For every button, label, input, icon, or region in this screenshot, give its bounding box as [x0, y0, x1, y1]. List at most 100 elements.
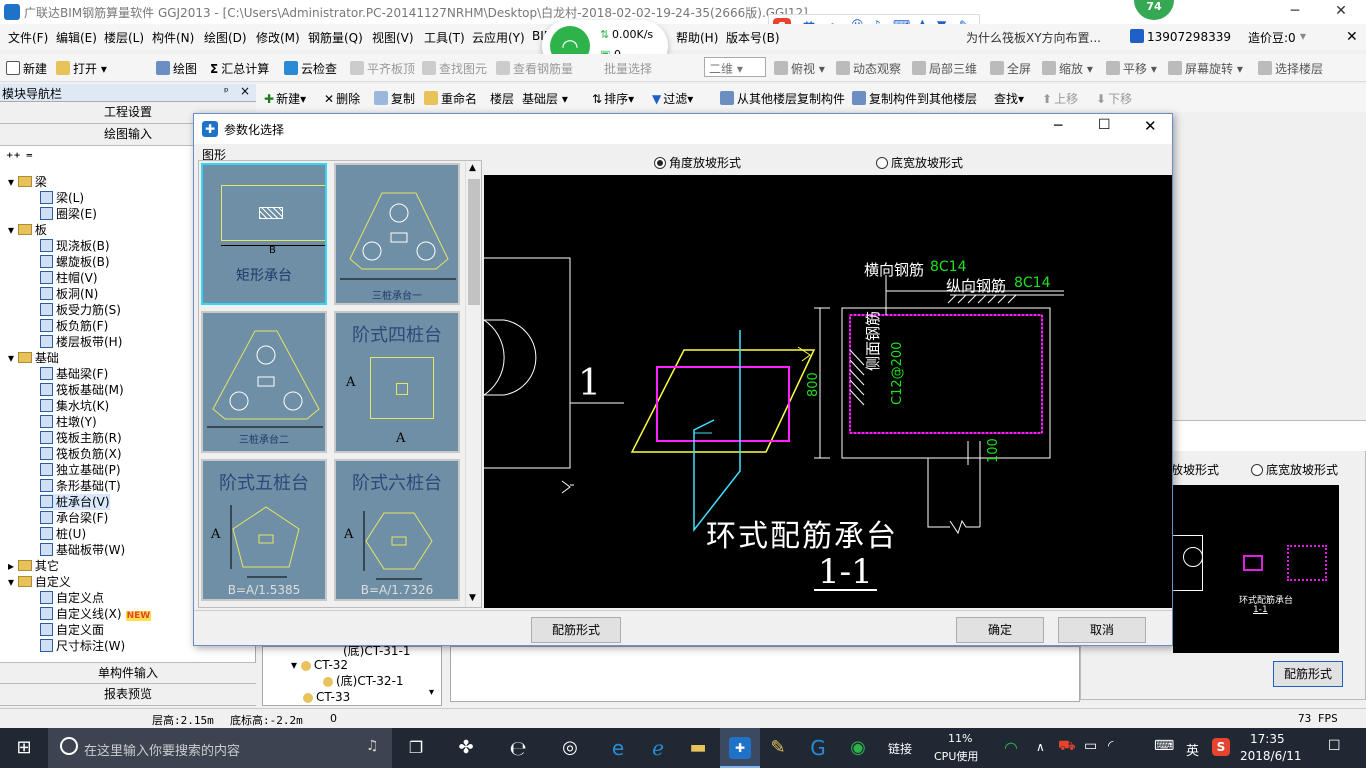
view-rebar-button[interactable]: 查看钢筋量	[496, 60, 573, 77]
tree-folder[interactable]: ▸ 其它	[8, 558, 59, 574]
scroll-down-icon[interactable]: ▾	[429, 687, 434, 698]
tree-item[interactable]: 现浇板(B)	[40, 238, 110, 254]
zoom-button[interactable]: 缩放 ▾	[1042, 60, 1093, 77]
scroll-down-icon[interactable]: ▼	[469, 593, 476, 603]
keyboard-tray-icon[interactable]: ⌨	[1154, 738, 1174, 754]
windows-start-icon[interactable]: ⊞	[0, 728, 48, 768]
tree-item[interactable]: 圈梁(E)	[40, 206, 97, 222]
tree-item[interactable]: 板洞(N)	[40, 286, 98, 302]
sogou-tray-icon[interactable]: S	[1212, 738, 1230, 756]
clock-date[interactable]: 2018/6/11	[1240, 749, 1302, 763]
orbit-button[interactable]: 动态观察	[836, 60, 901, 77]
tree-item[interactable]: 尺寸标注(W)	[40, 638, 125, 654]
drawing-area[interactable]	[450, 646, 1080, 702]
fan-app-icon[interactable]: ✤	[448, 728, 484, 768]
ok-button[interactable]: 确定	[956, 617, 1044, 643]
tray-expand-icon[interactable]: ∧	[1036, 740, 1045, 754]
notes-app-icon[interactable]: ✎	[760, 728, 796, 768]
rebar-form-button[interactable]: 配筋形式	[531, 617, 621, 643]
collapse-icon[interactable]: ▾	[8, 175, 18, 189]
restore-button[interactable]	[1272, 0, 1318, 24]
tree-item[interactable]: 自定义面	[40, 622, 104, 638]
radio-bottom-width-slope[interactable]: 底宽放坡形式	[876, 154, 963, 171]
close-button[interactable]: ✕	[1318, 0, 1364, 24]
tree-folder[interactable]: ▾ 梁	[8, 174, 47, 190]
calculate-button[interactable]: Σ 汇总计算	[210, 60, 269, 77]
menu-rebar[interactable]: 钢筋量(Q)	[308, 29, 363, 46]
tree-folder[interactable]: ▾ 基础	[8, 350, 59, 366]
ime-tray-label[interactable]: 英	[1186, 740, 1199, 759]
tree-item[interactable]: 桩承台(V)	[40, 494, 110, 510]
green-app-icon[interactable]: ◉	[840, 728, 876, 768]
tree-item[interactable]: 筏板基础(M)	[40, 382, 124, 398]
tree-item[interactable]: 自定义点	[40, 590, 104, 606]
scroll-thumb[interactable]	[468, 179, 480, 305]
shape-three-pile-1[interactable]: 三桩承台一	[334, 163, 460, 305]
move-up-button[interactable]: ⬆ 上移	[1042, 90, 1078, 107]
glodon-g-icon[interactable]: G	[800, 728, 836, 768]
select-floor-button[interactable]: 选择楼层	[1258, 60, 1323, 77]
menu-draw[interactable]: 绘图(D)	[204, 29, 247, 46]
tree-item[interactable]: 螺旋板(B)	[40, 254, 110, 270]
rename-button[interactable]: 重命名	[424, 90, 477, 107]
expand-icon[interactable]: ▸	[8, 559, 18, 573]
edge-icon[interactable]: ℮	[500, 728, 536, 768]
tree-item[interactable]: 柱墩(Y)	[40, 414, 97, 430]
explorer-icon[interactable]: ▬	[680, 728, 716, 768]
new-button[interactable]: 新建	[6, 60, 47, 77]
local-3d-button[interactable]: 局部三维	[912, 60, 977, 77]
tree-item[interactable]: 承台梁(F)	[40, 510, 108, 526]
collapse-icon[interactable]: ▾	[8, 351, 18, 365]
menu-view[interactable]: 视图(V)	[372, 29, 414, 46]
copy-to-floor-button[interactable]: 复制构件到其他楼层	[852, 90, 977, 107]
battery-tray-icon[interactable]: ▭	[1084, 738, 1097, 754]
panel-close-icon[interactable]: ✕	[1346, 29, 1358, 45]
tree-item[interactable]: 基础梁(F)	[40, 366, 108, 382]
tree-item[interactable]: 桩(U)	[40, 526, 86, 542]
fullscreen-button[interactable]: 全屏	[990, 60, 1031, 77]
glodon-app-icon[interactable]: ✚	[720, 728, 760, 768]
batch-select-button[interactable]: 批量选择	[604, 60, 652, 77]
tab-single-input[interactable]: 单构件输入	[0, 662, 256, 684]
network-tray-icon[interactable]: ◜	[1108, 738, 1113, 754]
delete-button[interactable]: ✕ 删除	[324, 90, 360, 107]
clock-time[interactable]: 17:35	[1250, 732, 1285, 746]
radio-angle-slope[interactable]: 角度放坡形式	[654, 154, 741, 171]
user-phone[interactable]: 13907298339	[1130, 29, 1231, 44]
find-element-button[interactable]: 查找图元	[422, 60, 487, 77]
tree-folder[interactable]: ▾ 板	[8, 222, 47, 238]
ie-icon[interactable]: ℯ	[640, 728, 676, 768]
tree-item[interactable]: 条形基础(T)	[40, 478, 121, 494]
collapse-icon[interactable]: ▾	[8, 223, 18, 237]
copy-button[interactable]: 复制	[374, 90, 415, 107]
expand-all-icon[interactable]: ⁺⁺ ⁼	[6, 150, 33, 166]
shape-stepped-six-pile[interactable]: 阶式六桩台 A B=A/1.7326	[334, 459, 460, 601]
pan-button[interactable]: 平移 ▾	[1106, 60, 1157, 77]
tree-item[interactable]: 楼层板带(H)	[40, 334, 122, 350]
tree-item[interactable]: 柱帽(V)	[40, 270, 98, 286]
wifi-tray-icon[interactable]: ◠	[1004, 738, 1018, 757]
collapse-icon[interactable]: ▾	[8, 575, 18, 589]
dialog-close-button[interactable]: ✕	[1144, 117, 1157, 135]
taskbar-search[interactable]: 在这里输入你要搜索的内容 ♫	[48, 728, 392, 768]
menu-component[interactable]: 构件(N)	[152, 29, 194, 46]
menu-cloud[interactable]: 云应用(Y)	[472, 29, 525, 46]
shape-list-scrollbar[interactable]: ▲ ▼	[465, 161, 481, 607]
menu-tools[interactable]: 工具(T)	[424, 29, 465, 46]
dialog-minimize-button[interactable]: ─	[1054, 118, 1062, 134]
list-item[interactable]: (底)CT-32-1	[323, 673, 404, 689]
tree-folder[interactable]: ▾ 自定义	[8, 574, 71, 590]
tree-item[interactable]: 筏板主筋(R)	[40, 430, 122, 446]
cart-tray-icon[interactable]: ⛟	[1058, 738, 1076, 756]
menu-help[interactable]: 帮助(H)	[676, 29, 718, 46]
menu-file[interactable]: 文件(F)	[8, 29, 48, 46]
task-view-icon[interactable]: ❐	[400, 728, 432, 768]
menu-modify[interactable]: 修改(M)	[256, 29, 300, 46]
menu-floor[interactable]: 楼层(L)	[104, 29, 144, 46]
menu-ad-link[interactable]: 为什么筏板XY方向布置...	[966, 29, 1101, 46]
panel-close-icon[interactable]: ×	[240, 84, 250, 98]
cloud-check-button[interactable]: 云检查	[284, 60, 337, 77]
top-view-button[interactable]: 俯视 ▾	[774, 60, 825, 77]
draw-button[interactable]: 绘图	[156, 60, 197, 77]
dropdown-icon[interactable]: ▾	[1300, 29, 1306, 43]
